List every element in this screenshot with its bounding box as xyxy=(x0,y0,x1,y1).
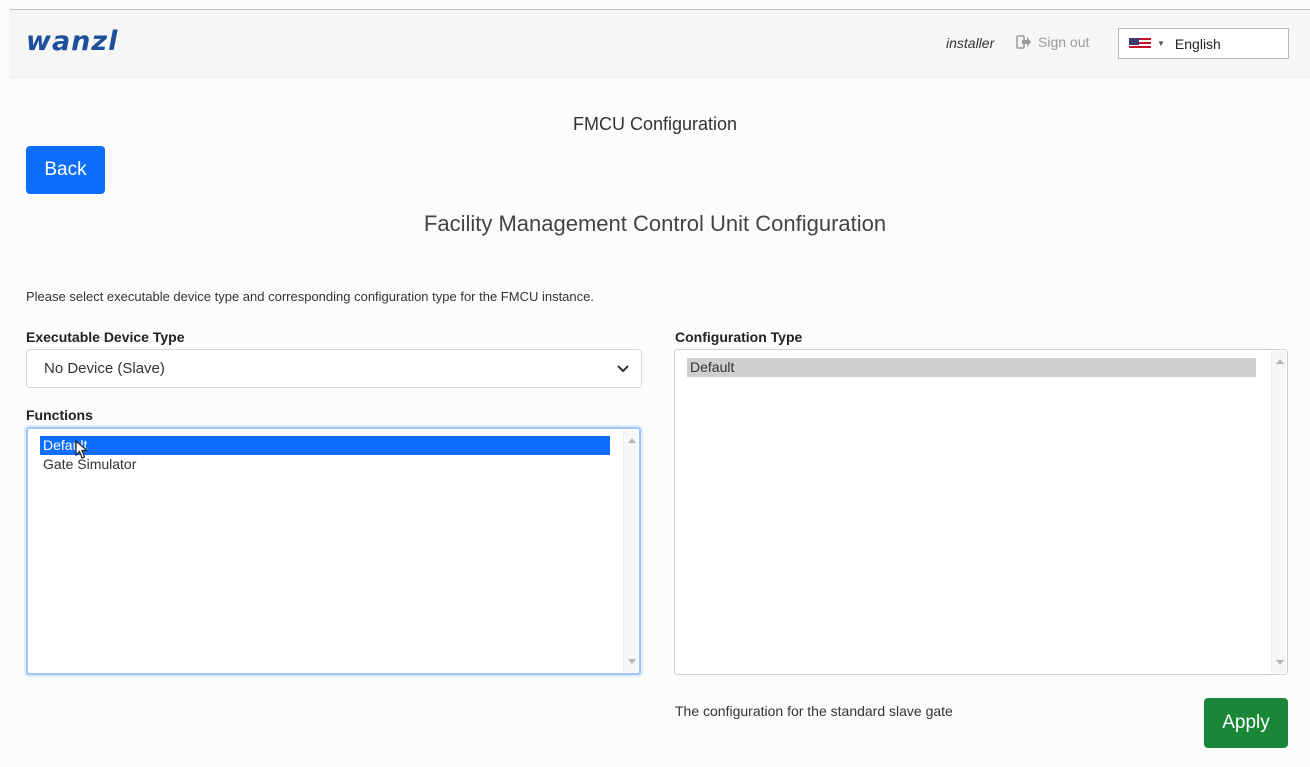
caret-down-icon: ▼ xyxy=(1157,39,1165,48)
chevron-down-icon xyxy=(617,364,629,372)
scroll-down-icon[interactable] xyxy=(628,659,636,664)
app-header: wanzl installer Sign out ▼ English xyxy=(10,10,1310,78)
configuration-option-default[interactable]: Default xyxy=(687,358,1256,377)
instruction-text: Please select executable device type and… xyxy=(26,289,594,304)
wanzl-logo[interactable]: wanzl xyxy=(26,26,118,57)
sign-out-link[interactable]: Sign out xyxy=(1016,34,1089,50)
us-flag-icon xyxy=(1129,37,1151,50)
device-type-select[interactable]: No Device (Slave) xyxy=(26,349,642,388)
current-user-name: installer xyxy=(946,35,995,51)
functions-option-default[interactable]: Default xyxy=(40,436,610,455)
configuration-type-listbox[interactable]: Default xyxy=(674,349,1288,675)
sign-out-icon xyxy=(1016,35,1031,49)
device-type-label: Executable Device Type xyxy=(26,329,185,345)
configuration-description: The configuration for the standard slave… xyxy=(675,703,953,719)
page-title: FMCU Configuration xyxy=(572,114,738,134)
scroll-up-icon[interactable] xyxy=(628,438,636,443)
configuration-scrollbar[interactable] xyxy=(1271,351,1286,673)
scroll-up-icon[interactable] xyxy=(1276,359,1284,364)
functions-label: Functions xyxy=(26,407,93,423)
functions-option-gate-simulator[interactable]: Gate Simulator xyxy=(40,455,610,474)
language-label: English xyxy=(1174,35,1221,52)
section-title: Facility Management Control Unit Configu… xyxy=(423,211,887,236)
configuration-type-label: Configuration Type xyxy=(675,329,803,345)
sign-out-label: Sign out xyxy=(1038,34,1090,50)
device-type-value: No Device (Slave) xyxy=(44,360,165,377)
functions-listbox[interactable]: Default Gate Simulator xyxy=(26,427,641,675)
functions-scrollbar[interactable] xyxy=(623,430,638,672)
back-button[interactable]: Back xyxy=(26,146,105,194)
scroll-down-icon[interactable] xyxy=(1276,660,1284,665)
apply-button[interactable]: Apply xyxy=(1204,698,1288,748)
mouse-cursor-icon xyxy=(75,440,89,459)
language-selector[interactable]: ▼ English xyxy=(1118,28,1289,59)
